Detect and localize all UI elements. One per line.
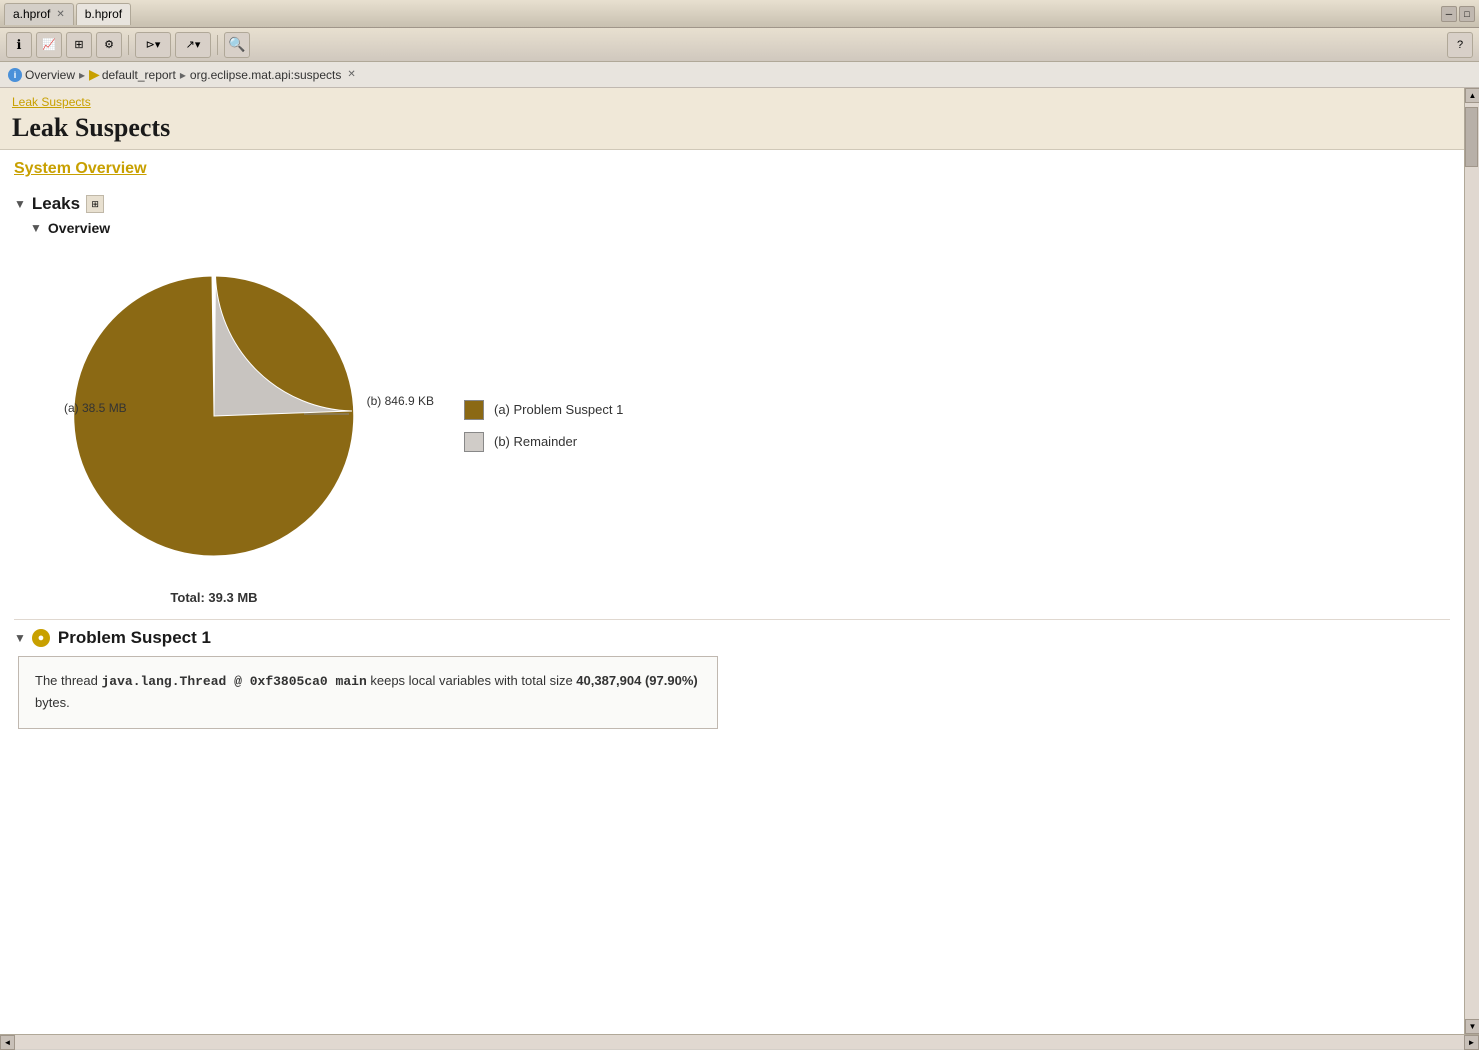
legend-color-b (464, 432, 484, 452)
chart-button[interactable]: 📈 (36, 32, 62, 58)
separator-2 (217, 35, 218, 55)
leaks-section-icon[interactable]: ⊞ (86, 195, 104, 213)
search-button[interactable]: 🔍 (224, 32, 250, 58)
info-button[interactable]: ℹ (6, 32, 32, 58)
table-button[interactable]: ⊞ (66, 32, 92, 58)
tab-b-label: b.hprof (85, 7, 122, 21)
tab-a[interactable]: a.hprof ✕ (4, 3, 74, 25)
breadcrumb-overview-label: Overview (25, 68, 75, 82)
leaks-collapse-arrow[interactable]: ▼ (14, 197, 26, 211)
pie-chart-wrapper: (a) 38.5 MB (b) 846.9 KB Total: 39.3 MB (44, 246, 384, 605)
breadcrumb-report-label: default_report (102, 68, 176, 82)
content-body: System Overview ▼ Leaks ⊞ ▼ Overview (0, 150, 1464, 739)
settings-button[interactable]: ⚙ (96, 32, 122, 58)
breadcrumb-default-report[interactable]: ▶ default_report (89, 66, 176, 83)
problem-collapse-arrow[interactable]: ▼ (14, 631, 26, 645)
breadcrumb-overview[interactable]: i Overview (8, 68, 75, 82)
pie-chart-svg (44, 256, 384, 576)
scroll-track-v[interactable] (1465, 103, 1479, 1019)
problem-code-1: java.lang.Thread @ 0xf3805ca0 main (102, 674, 367, 689)
pie-labels-container: (a) 38.5 MB (b) 846.9 KB (44, 246, 384, 586)
pie-label-b: (b) 846.9 KB (367, 394, 434, 408)
toolbar: ℹ 📈 ⊞ ⚙ ⊳▾ ↗▾ 🔍 ? (0, 28, 1479, 62)
legend-color-a (464, 400, 484, 420)
scroll-up-button[interactable]: ▲ (1465, 88, 1479, 103)
overview-collapse-arrow[interactable]: ▼ (30, 221, 42, 235)
page-breadcrumb-link[interactable]: Leak Suspects (12, 95, 91, 109)
overview-subsection-header: ▼ Overview (30, 220, 1450, 236)
legend-item-a: (a) Problem Suspect 1 (464, 400, 623, 420)
breadcrumb-suspects[interactable]: org.eclipse.mat.api:suspects ✕ (190, 68, 356, 82)
tab-a-close[interactable]: ✕ (56, 9, 64, 20)
problem-suspect-icon: ● (32, 629, 50, 647)
horizontal-scrollbar-container: ◄ ► (0, 1034, 1479, 1049)
problem-suspect-section: ▼ ● Problem Suspect 1 The thread java.la… (14, 619, 1450, 729)
chart-container: (a) 38.5 MB (b) 846.9 KB Total: 39.3 MB (44, 246, 1450, 605)
legend-label-b: (b) Remainder (494, 434, 577, 449)
problem-suspect-title: Problem Suspect 1 (58, 628, 211, 648)
system-overview-link[interactable]: System Overview (14, 160, 147, 178)
leaks-section-header: ▼ Leaks ⊞ (14, 194, 1450, 214)
breadcrumb-sep-2: ▸ (180, 68, 186, 82)
pie-label-a: (a) 38.5 MB (64, 401, 127, 415)
pie-label-a-text: (a) 38.5 MB (64, 401, 127, 415)
tab-a-label: a.hprof (13, 7, 50, 21)
breadcrumb-sep-1: ▸ (79, 68, 85, 82)
pie-label-b-text: (b) 846.9 KB (367, 394, 434, 408)
export-button[interactable]: ↗▾ (175, 32, 211, 58)
problem-description-middle: keeps local variables with total size (367, 673, 577, 688)
problem-suspect-header: ▼ ● Problem Suspect 1 (14, 628, 1450, 648)
scroll-right-button[interactable]: ► (1464, 1035, 1479, 1050)
report-icon: ▶ (89, 66, 100, 83)
scroll-thumb-v[interactable] (1465, 107, 1478, 167)
problem-description-prefix: The thread (35, 673, 102, 688)
scroll-left-button[interactable]: ◄ (0, 1035, 15, 1050)
problem-code-2: 40,387,904 (97.90%) (576, 673, 697, 688)
main-area: Leak Suspects Leak Suspects System Overv… (0, 88, 1479, 1034)
legend-label-a: (a) Problem Suspect 1 (494, 402, 623, 417)
problem-suspect-box: The thread java.lang.Thread @ 0xf3805ca0… (18, 656, 718, 729)
overview-icon: i (8, 68, 22, 82)
scroll-track-h[interactable] (15, 1035, 1464, 1049)
scroll-down-button[interactable]: ▼ (1465, 1019, 1479, 1034)
page-title: Leak Suspects (12, 113, 1452, 143)
problem-description-suffix: bytes. (35, 695, 70, 710)
breadcrumb-bar: i Overview ▸ ▶ default_report ▸ org.ecli… (0, 62, 1479, 88)
legend-item-b: (b) Remainder (464, 432, 623, 452)
vertical-scrollbar[interactable]: ▲ ▼ (1464, 88, 1479, 1034)
leaks-section-title: Leaks (32, 194, 80, 214)
nav-button[interactable]: ⊳▾ (135, 32, 171, 58)
restore-button[interactable]: □ (1459, 6, 1475, 22)
pie-total-label: Total: 39.3 MB (170, 590, 257, 605)
help-button[interactable]: ? (1447, 32, 1473, 58)
breadcrumb-suspects-label: org.eclipse.mat.api:suspects (190, 68, 341, 82)
content-area: Leak Suspects Leak Suspects System Overv… (0, 88, 1464, 1034)
title-bar: a.hprof ✕ b.hprof ─ □ (0, 0, 1479, 28)
breadcrumb-suspects-close[interactable]: ✕ (347, 69, 355, 80)
page-header: Leak Suspects Leak Suspects (0, 88, 1464, 150)
separator-1 (128, 35, 129, 55)
overview-subsection-title: Overview (48, 220, 110, 236)
tab-b[interactable]: b.hprof (76, 3, 131, 25)
chart-legend: (a) Problem Suspect 1 (b) Remainder (464, 400, 623, 452)
minimize-button[interactable]: ─ (1441, 6, 1457, 22)
